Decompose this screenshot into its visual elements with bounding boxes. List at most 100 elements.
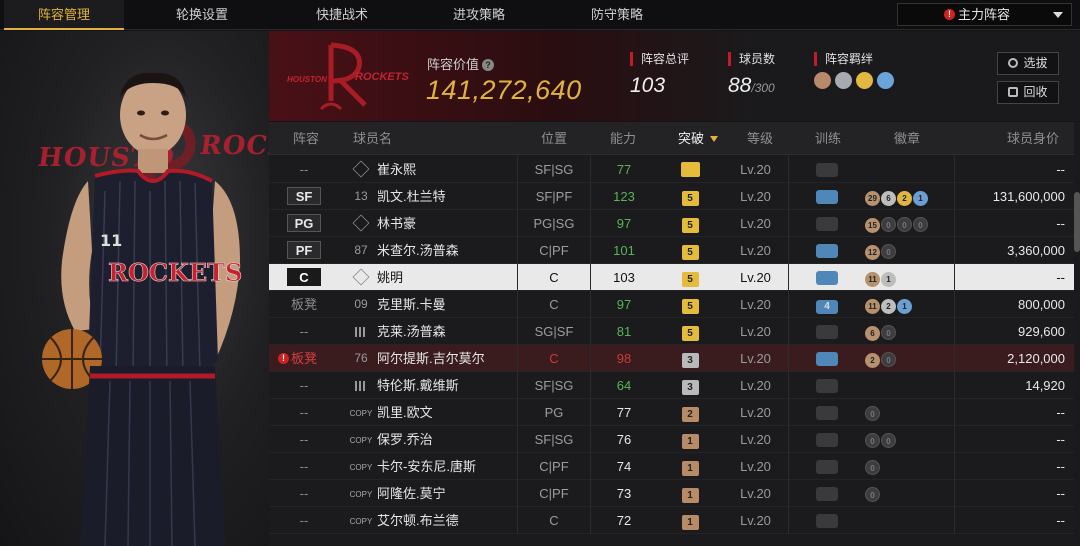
table-row[interactable]: -- COPY 卡尔-安东尼.唐斯 C|PF 74 1 Lv.20 0 -- xyxy=(269,453,1074,480)
row-breakthrough: 1 xyxy=(657,480,723,507)
row-salary: -- xyxy=(1056,486,1065,501)
table-row[interactable]: PG 林书豪 PG|SG 97 5 Lv.20 15 0 0 0 -- xyxy=(269,210,1074,237)
training-shield-icon[interactable] xyxy=(816,325,838,339)
training-shield-icon[interactable] xyxy=(816,514,838,528)
training-shield-icon[interactable] xyxy=(816,244,838,258)
badge-count-icon: 11 xyxy=(865,272,880,287)
row-ovr: 76 xyxy=(616,432,632,447)
scrollbar-thumb[interactable] xyxy=(1074,192,1080,252)
training-shield-icon[interactable] xyxy=(816,352,838,366)
bond-icons[interactable] xyxy=(814,72,894,89)
table-header: 阵容 球员名 位置 能力 突破 等级 训练 徽章 球员身价 xyxy=(269,122,1074,155)
team-logo: HOUSTON ROCKETS xyxy=(283,39,413,119)
table-row[interactable]: -- COPY 艾尔顿.布兰德 C 72 1 Lv.20 -- xyxy=(269,507,1074,534)
col-level[interactable]: 等级 xyxy=(747,122,773,155)
col-salary[interactable]: 球员身价 xyxy=(1007,122,1059,155)
row-salary: 800,000 xyxy=(1018,297,1065,312)
col-lineup[interactable]: 阵容 xyxy=(293,122,319,155)
badge-count-icon: 0 xyxy=(881,433,896,448)
tab-defense-strategy[interactable]: 防守策略 xyxy=(557,0,677,30)
col-position[interactable]: 位置 xyxy=(541,122,567,155)
table-row[interactable]: -- COPY 保罗.乔治 SF|SG 76 1 Lv.20 0 0 -- xyxy=(269,426,1074,453)
training-shield-icon[interactable] xyxy=(816,379,838,393)
row-level: Lv.20 xyxy=(723,453,789,480)
row-lineup-slot[interactable]: -- xyxy=(269,453,339,480)
row-salary: -- xyxy=(1056,216,1065,231)
col-breakthrough[interactable]: 突破 xyxy=(678,122,719,155)
lineup-dropdown[interactable]: ! 主力阵容 xyxy=(897,3,1072,26)
row-salary: -- xyxy=(1056,405,1065,420)
row-lineup-slot[interactable]: PF xyxy=(269,237,339,264)
tab-offense-strategy[interactable]: 进攻策略 xyxy=(419,0,539,30)
row-badges: 20 xyxy=(865,345,955,372)
row-jersey-number: COPY xyxy=(349,507,373,534)
position-slot-badge: PG xyxy=(287,214,321,232)
row-badges: 0 xyxy=(865,453,955,480)
row-salary: 3,360,000 xyxy=(1007,243,1065,258)
col-ovr[interactable]: 能力 xyxy=(610,122,636,155)
training-shield-icon[interactable] xyxy=(816,217,838,231)
training-shield-icon[interactable] xyxy=(816,460,838,474)
row-lineup-slot[interactable]: -- xyxy=(269,372,339,399)
row-badges: 11 2 1 xyxy=(865,291,955,318)
help-icon[interactable]: ? xyxy=(482,59,495,71)
bond-hof-icon[interactable] xyxy=(877,72,894,89)
row-lineup-slot[interactable]: -- xyxy=(269,399,339,426)
row-lineup-slot[interactable]: 板凳 xyxy=(269,291,339,318)
table-row[interactable]: C 姚明 C 103 5 Lv.20 11 1 -- xyxy=(269,264,1074,291)
training-shield-icon[interactable] xyxy=(816,487,838,501)
row-position: SF|SG xyxy=(517,372,591,399)
table-row[interactable]: 板凳 09 克里斯.卡曼 C 97 5 Lv.20 4 11 2 1 800,000 xyxy=(269,291,1074,318)
row-lineup-slot[interactable]: SF xyxy=(269,183,339,210)
row-jersey-number xyxy=(349,210,373,237)
sort-desc-icon xyxy=(710,136,719,142)
table-row[interactable]: -- COPY 凯里.欧文 PG 77 2 Lv.20 0 -- xyxy=(269,399,1074,426)
bond-silver-icon[interactable] xyxy=(835,72,852,89)
row-lineup-slot[interactable]: PG xyxy=(269,210,339,237)
row-jersey-number xyxy=(349,318,373,345)
row-lineup-slot[interactable]: -- xyxy=(269,426,339,453)
breakthrough-badge: 5 xyxy=(681,326,699,341)
lineup-slot-text: -- xyxy=(299,513,309,528)
bond-gold-icon[interactable] xyxy=(856,72,873,89)
table-row[interactable]: SF 13 凯文.杜兰特 SF|PF 123 5 Lv.20 29 6 2 1 131,600,000 xyxy=(269,183,1074,210)
badge-count-icon: 0 xyxy=(865,487,880,502)
training-shield-icon[interactable] xyxy=(816,271,838,285)
col-player-name[interactable]: 球员名 xyxy=(353,122,392,155)
scrollbar-track[interactable] xyxy=(1074,122,1080,546)
training-shield-icon[interactable]: 4 xyxy=(816,300,838,314)
row-lineup-slot[interactable]: -- xyxy=(269,480,339,507)
row-jersey-number xyxy=(349,264,373,291)
tab-quick-tactics[interactable]: 快捷战术 xyxy=(282,0,402,30)
row-training xyxy=(789,156,865,183)
table-row[interactable]: -- 克莱.汤普森 SG|SF 81 5 Lv.20 6 0 929,600 xyxy=(269,318,1074,345)
tab-rotation-settings[interactable]: 轮换设置 xyxy=(142,0,262,30)
row-lineup-slot[interactable]: C xyxy=(269,264,339,291)
recycle-button[interactable]: 回收 xyxy=(997,81,1059,104)
training-shield-icon[interactable] xyxy=(816,190,838,204)
training-shield-icon[interactable] xyxy=(816,433,838,447)
tab-lineup-management[interactable]: 阵容管理 xyxy=(4,0,124,30)
row-badges: 0 xyxy=(865,480,955,507)
training-shield-icon[interactable] xyxy=(816,163,838,177)
player-count-stat: 球员数 88/300 xyxy=(728,52,775,98)
row-training xyxy=(789,480,865,507)
col-training[interactable]: 训练 xyxy=(815,122,841,155)
training-shield-icon[interactable] xyxy=(816,406,838,420)
table-row[interactable]: PF 87 米查尔.汤普森 C|PF 101 5 Lv.20 12 0 3,360,000 xyxy=(269,237,1074,264)
col-badges[interactable]: 徽章 xyxy=(894,122,920,155)
row-lineup-slot[interactable]: 板凳! xyxy=(269,345,339,372)
table-row[interactable]: -- 特伦斯.戴维斯 SF|SG 64 3 Lv.20 14,920 xyxy=(269,372,1074,399)
table-row[interactable]: 板凳! 76 阿尔提斯.吉尔莫尔 C 98 3 Lv.20 2 0 2,120,000 xyxy=(269,345,1074,372)
row-breakthrough: 1 xyxy=(657,453,723,480)
table-row[interactable]: -- COPY 阿隆佐.莫宁 C|PF 73 1 Lv.20 0 -- xyxy=(269,480,1074,507)
select-players-button[interactable]: 选拔 xyxy=(997,52,1059,75)
row-lineup-slot[interactable]: -- xyxy=(269,156,339,183)
row-lineup-slot[interactable]: -- xyxy=(269,318,339,345)
bond-bronze-icon[interactable] xyxy=(814,72,831,89)
row-ovr: 81 xyxy=(616,324,632,339)
table-row[interactable]: -- 崔永熙 SF|SG 77 Lv.20 -- xyxy=(269,156,1074,183)
row-salary: 929,600 xyxy=(1018,324,1065,339)
row-lineup-slot[interactable]: -- xyxy=(269,507,339,534)
row-jersey-number xyxy=(349,372,373,399)
